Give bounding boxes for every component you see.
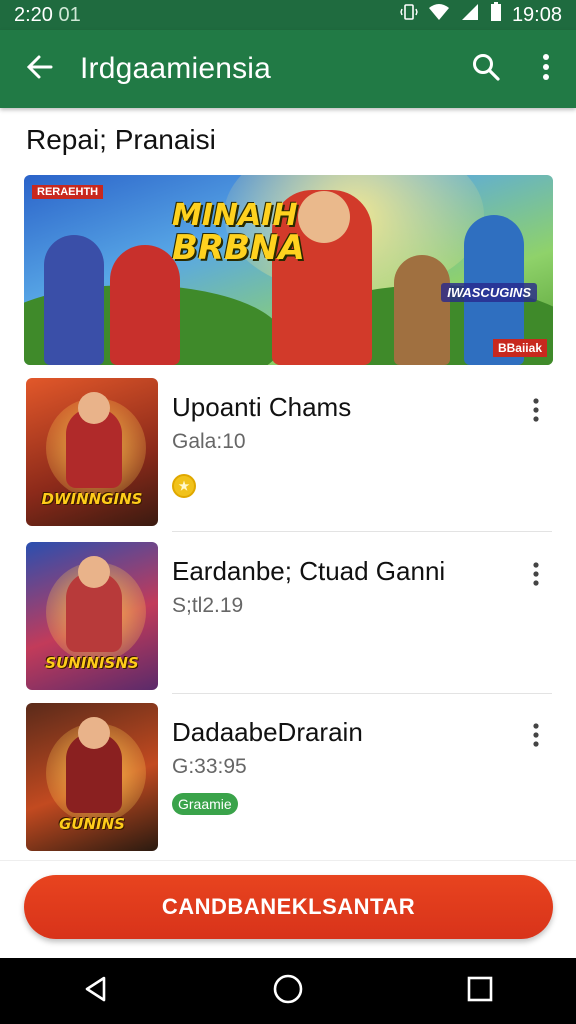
- banner-headline-line2: BRBNA: [172, 228, 305, 268]
- primary-action-button[interactable]: CANDBANEKLSANTAR: [24, 875, 553, 939]
- thumbnail-logo: DWINNGINS: [41, 490, 143, 508]
- app-title: Irdgaamiensia: [80, 52, 272, 85]
- nav-recents-button[interactable]: [450, 961, 510, 1021]
- search-button[interactable]: [456, 30, 516, 108]
- divider: [172, 693, 552, 694]
- thumbnail-character-head: [78, 717, 110, 749]
- status-bar: 2:20 01 19:08: [0, 0, 576, 30]
- more-vert-icon: [541, 53, 551, 86]
- game-thumbnail: DWINNGINS: [26, 378, 158, 526]
- featured-banner[interactable]: MINAIH BRBNA IWASCUGINS RERAEHTH BBaiiak: [24, 175, 553, 365]
- item-menu-button[interactable]: [516, 717, 556, 757]
- banner-corner-badge: BBaiiak: [492, 339, 547, 357]
- app-bar: Irdgaamiensia: [0, 30, 576, 108]
- list-item[interactable]: GUNINS DadaabeDrarain G:33:95 Graamie: [0, 703, 576, 863]
- coin-icon: ★: [172, 474, 196, 498]
- game-subtitle: G:33:95: [172, 755, 247, 778]
- vibrate-icon: [400, 3, 418, 27]
- nav-back-button[interactable]: [66, 961, 126, 1021]
- battery-icon: [490, 2, 502, 28]
- game-title: Upoanti Chams: [172, 392, 352, 422]
- triangle-back-icon: [82, 975, 110, 1008]
- banner-tag: IWASCUGINS: [441, 283, 537, 302]
- overflow-menu-button[interactable]: [516, 30, 576, 108]
- game-subtitle: S;tl2.19: [172, 594, 244, 617]
- banner-character: [44, 235, 104, 365]
- more-vert-icon: [532, 722, 540, 752]
- thumbnail-character-head: [78, 392, 110, 424]
- square-recents-icon: [466, 975, 494, 1008]
- game-thumbnail: GUNINS: [26, 703, 158, 851]
- banner-headline: MINAIH BRBNA: [172, 198, 305, 268]
- banner-corner-label: RERAEHTH: [32, 185, 104, 199]
- banner-hero-head: [298, 191, 350, 243]
- divider: [172, 531, 552, 532]
- clock-right: 19:08: [511, 3, 562, 26]
- search-icon: [471, 52, 501, 87]
- circle-home-icon: [272, 973, 304, 1010]
- list-item[interactable]: SUNINISNS Eardanbe; Ctuad Ganni S;tl2.19: [0, 542, 576, 702]
- thumbnail-character-head: [78, 556, 110, 588]
- system-nav-bar: [0, 958, 576, 1024]
- banner-headline-line1: MINAIH: [172, 198, 298, 233]
- back-arrow-icon: [25, 52, 55, 87]
- banner-character: [110, 245, 180, 365]
- banner-character: [394, 255, 450, 365]
- game-thumbnail: SUNINISNS: [26, 542, 158, 690]
- section-title: Repai; Pranaisi: [26, 124, 216, 155]
- game-title: DadaabeDrarain: [172, 717, 363, 747]
- thumbnail-logo: SUNINISNS: [45, 654, 139, 672]
- item-menu-button[interactable]: [516, 556, 556, 596]
- more-vert-icon: [532, 561, 540, 591]
- status-badge: Graamie: [172, 793, 238, 815]
- game-subtitle: Gala:10: [172, 430, 246, 453]
- thumbnail-logo: GUNINS: [59, 815, 125, 833]
- status-time-left: 2:20 01: [14, 4, 81, 27]
- item-menu-button[interactable]: [516, 392, 556, 432]
- clock-left: 2:20: [14, 3, 53, 26]
- list-item[interactable]: DWINNGINS Upoanti Chams Gala:10 ★: [0, 378, 576, 538]
- status-icons: 19:08: [400, 2, 562, 28]
- more-vert-icon: [532, 397, 540, 427]
- game-title: Eardanbe; Ctuad Ganni: [172, 556, 446, 586]
- signal-icon: [460, 3, 480, 27]
- nav-home-button[interactable]: [258, 961, 318, 1021]
- clock-left-extra: 01: [58, 3, 81, 26]
- back-button[interactable]: [0, 30, 80, 108]
- wifi-icon: [428, 3, 450, 27]
